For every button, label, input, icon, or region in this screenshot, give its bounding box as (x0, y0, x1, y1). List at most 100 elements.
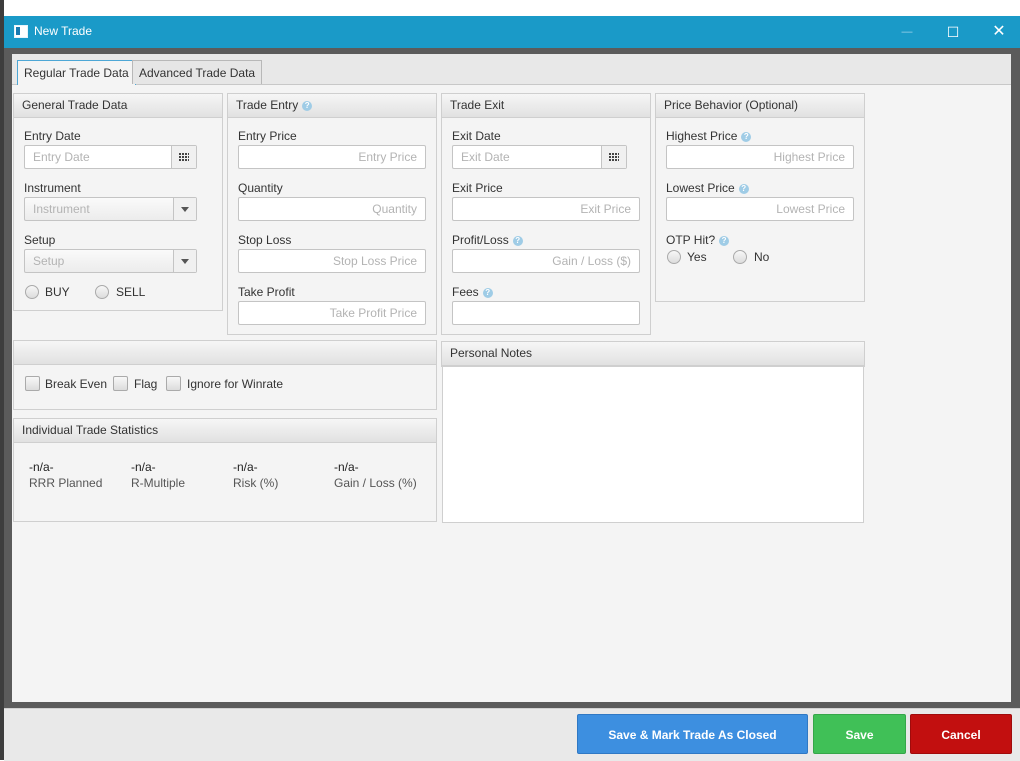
fees-label: Fees? (452, 285, 493, 299)
entry-date-label: Entry Date (24, 129, 81, 143)
entry-date-placeholder: Entry Date (33, 150, 90, 164)
flags-panel-header (14, 341, 436, 365)
entry-price-label: Entry Price (238, 129, 297, 143)
setup-label: Setup (24, 233, 56, 247)
take-profit-label: Take Profit (238, 285, 295, 299)
r-multiple-label: R-Multiple (131, 476, 186, 490)
risk-label: Risk (%) (233, 476, 279, 490)
lowest-price-placeholder: Lowest Price (776, 202, 845, 216)
flag-label[interactable]: Flag (134, 377, 157, 391)
break-even-label[interactable]: Break Even (45, 377, 107, 391)
take-profit-input[interactable]: Take Profit Price (238, 301, 426, 325)
close-button[interactable]: ✕ (976, 16, 1020, 48)
entry-price-placeholder: Entry Price (358, 150, 417, 164)
lowest-price-input[interactable]: Lowest Price (666, 197, 854, 221)
quantity-label: Quantity (238, 181, 283, 195)
gain-loss-value: -n/a- (334, 460, 359, 474)
stop-loss-label: Stop Loss (238, 233, 292, 247)
ignore-winrate-checkbox[interactable] (166, 376, 181, 391)
setup-select[interactable]: Setup (24, 249, 197, 273)
sell-label[interactable]: SELL (116, 285, 145, 299)
rrr-planned-label: RRR Planned (29, 476, 103, 490)
quantity-placeholder: Quantity (372, 202, 417, 216)
quantity-input[interactable]: Quantity (238, 197, 426, 221)
help-icon[interactable]: ? (738, 183, 749, 194)
break-even-checkbox[interactable] (25, 376, 40, 391)
panel-title: Individual Trade Statistics (14, 419, 436, 443)
panel-title: Price Behavior (Optional) (656, 94, 864, 118)
stop-loss-input[interactable]: Stop Loss Price (238, 249, 426, 273)
setup-placeholder: Setup (33, 254, 65, 268)
window-frame-right (1016, 48, 1020, 760)
sell-radio[interactable] (95, 285, 109, 299)
otp-yes-radio[interactable] (667, 250, 681, 264)
exit-date-label: Exit Date (452, 129, 501, 143)
exit-date-placeholder: Exit Date (461, 150, 510, 164)
entry-date-picker[interactable]: Entry Date (24, 145, 197, 169)
entry-price-input[interactable]: Entry Price (238, 145, 426, 169)
profit-loss-label: Profit/Loss? (452, 233, 523, 247)
trade-statistics-panel: Individual Trade Statistics (13, 418, 437, 522)
calendar-icon[interactable] (171, 146, 196, 168)
take-profit-placeholder: Take Profit Price (329, 306, 417, 320)
tab-regular-trade-data[interactable]: Regular Trade Data (17, 60, 136, 85)
window-title: New Trade (34, 24, 93, 38)
rrr-planned-value: -n/a- (29, 460, 54, 474)
r-multiple-value: -n/a- (131, 460, 156, 474)
gain-loss-label: Gain / Loss (%) (334, 476, 417, 490)
panel-title: General Trade Data (14, 94, 222, 118)
cancel-button[interactable]: Cancel (910, 714, 1012, 754)
exit-price-placeholder: Exit Price (580, 202, 631, 216)
otp-no-label[interactable]: No (754, 250, 769, 264)
instrument-select[interactable]: Instrument (24, 197, 197, 221)
buy-label[interactable]: BUY (45, 285, 70, 299)
otp-hit-text: OTP Hit? (666, 233, 716, 247)
lowest-price-label: Lowest Price? (666, 181, 749, 195)
buy-radio[interactable] (25, 285, 39, 299)
help-icon[interactable]: ? (741, 131, 752, 142)
help-icon[interactable]: ? (482, 287, 493, 298)
fees-text: Fees (452, 285, 479, 299)
chevron-down-icon[interactable] (173, 198, 196, 220)
highest-price-text: Highest Price (666, 129, 738, 143)
help-icon[interactable]: ? (512, 235, 523, 246)
help-icon[interactable]: ? (302, 100, 313, 111)
tab-advanced-trade-data[interactable]: Advanced Trade Data (132, 60, 263, 84)
exit-price-label: Exit Price (452, 181, 503, 195)
calendar-icon[interactable] (601, 146, 626, 168)
instrument-label: Instrument (24, 181, 81, 195)
otp-yes-label[interactable]: Yes (687, 250, 707, 264)
panel-title: Trade Exit (442, 94, 650, 118)
profit-loss-input[interactable]: Gain / Loss ($) (452, 249, 640, 273)
profit-loss-text: Profit/Loss (452, 233, 509, 247)
instrument-placeholder: Instrument (33, 202, 90, 216)
fees-input[interactable] (452, 301, 640, 325)
exit-price-input[interactable]: Exit Price (452, 197, 640, 221)
risk-value: -n/a- (233, 460, 258, 474)
personal-notes-textarea[interactable] (442, 366, 864, 523)
trade-entry-title: Trade Entry (236, 98, 299, 112)
highest-price-label: Highest Price? (666, 129, 752, 143)
exit-date-picker[interactable]: Exit Date (452, 145, 627, 169)
ignore-winrate-label[interactable]: Ignore for Winrate (187, 377, 283, 391)
help-icon[interactable]: ? (719, 235, 730, 246)
stop-loss-placeholder: Stop Loss Price (332, 254, 417, 268)
lowest-price-text: Lowest Price (666, 181, 735, 195)
maximize-button[interactable]: ☐ (930, 16, 976, 48)
panel-title: Personal Notes (442, 342, 864, 366)
window-titlebar[interactable]: New Trade — ☐ ✕ (4, 16, 1020, 48)
highest-price-input[interactable]: Highest Price (666, 145, 854, 169)
app-window-icon (14, 25, 28, 38)
otp-hit-label: OTP Hit?? (666, 233, 730, 247)
save-button[interactable]: Save (813, 714, 906, 754)
minimize-button[interactable]: — (884, 16, 930, 48)
profit-loss-placeholder: Gain / Loss ($) (552, 254, 631, 268)
panel-title: Trade Entry? (228, 94, 436, 118)
otp-no-radio[interactable] (733, 250, 747, 264)
highest-price-placeholder: Highest Price (773, 150, 845, 164)
flags-panel (13, 340, 437, 410)
personal-notes-panel: Personal Notes (441, 341, 865, 367)
flag-checkbox[interactable] (113, 376, 128, 391)
save-mark-closed-button[interactable]: Save & Mark Trade As Closed (577, 714, 808, 754)
chevron-down-icon[interactable] (173, 250, 196, 272)
